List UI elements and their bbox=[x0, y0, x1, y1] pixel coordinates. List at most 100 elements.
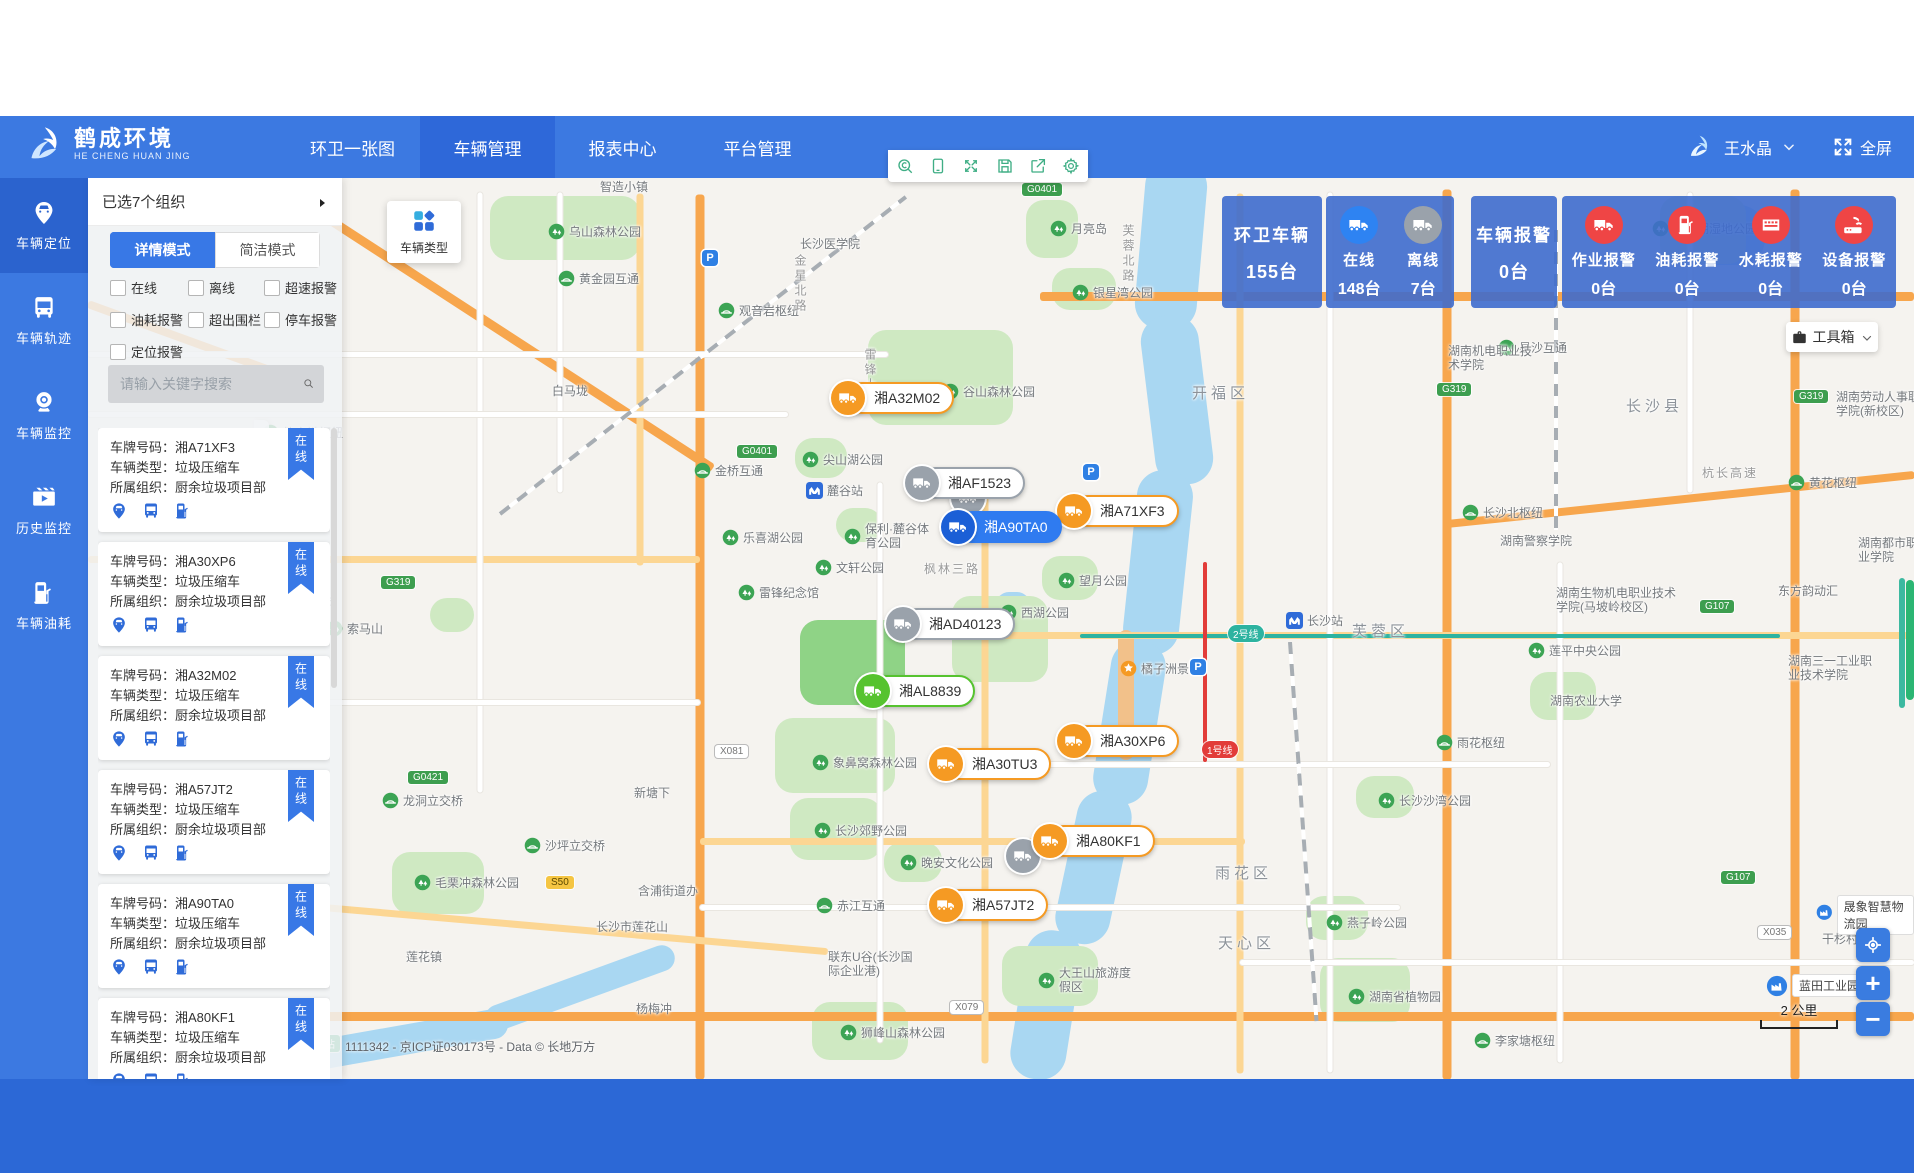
measure-expand-icon[interactable] bbox=[962, 157, 980, 175]
filter-checkbox-0[interactable]: 在线 bbox=[110, 278, 188, 297]
checkbox[interactable] bbox=[110, 312, 126, 328]
fullscreen-icon bbox=[1832, 136, 1854, 158]
map-label: 湖南机电职业技术学院 bbox=[1448, 344, 1538, 372]
page-scrollbar-thumb[interactable] bbox=[1906, 580, 1914, 700]
filter-checkbox-5[interactable]: 停车报警 bbox=[264, 310, 337, 329]
toolbox-dropdown[interactable]: 工具箱 bbox=[1786, 322, 1878, 352]
vehicle-marker[interactable]: 湘A80KF1 bbox=[1033, 824, 1155, 858]
vehicle-card[interactable]: 车牌号码：湘A30XP6车辆类型：垃圾压缩车所属组织：厨余垃圾项目部在线 bbox=[98, 542, 330, 646]
stat-vehicle-alarm-panel[interactable]: 车辆报警0台 bbox=[1471, 196, 1557, 308]
zoom-search-icon[interactable] bbox=[896, 157, 914, 175]
panel-scrollbar[interactable] bbox=[331, 428, 337, 688]
track-icon[interactable] bbox=[142, 1072, 160, 1079]
vehicle-marker[interactable]: 湘A30XP6 bbox=[1057, 724, 1179, 758]
track-icon[interactable] bbox=[142, 844, 160, 862]
chevron-down-icon[interactable] bbox=[1782, 140, 1796, 154]
stat-fleet-panel[interactable]: 环卫车辆155台 bbox=[1222, 196, 1322, 308]
vehicle-marker[interactable]: 湘A57JT2 bbox=[929, 888, 1048, 922]
vehicle-type-button[interactable]: 车辆类型 bbox=[387, 201, 461, 263]
fuel-icon[interactable] bbox=[174, 502, 192, 520]
zoom-out-button[interactable]: − bbox=[1856, 1002, 1890, 1036]
locate-icon[interactable] bbox=[110, 1072, 128, 1079]
road-badge: G319 bbox=[1794, 390, 1828, 403]
locate-icon[interactable] bbox=[110, 502, 128, 520]
track-icon[interactable] bbox=[142, 616, 160, 634]
nav-item-2[interactable]: 报表中心 bbox=[555, 116, 690, 178]
vehicle-card[interactable]: 车牌号码：湘A80KF1车辆类型：垃圾压缩车所属组织：厨余垃圾项目部在线 bbox=[98, 998, 330, 1079]
checkbox[interactable] bbox=[110, 280, 126, 296]
scenic-icon bbox=[1120, 660, 1137, 677]
locate-icon[interactable] bbox=[110, 958, 128, 976]
locate-icon[interactable] bbox=[110, 616, 128, 634]
stat-alarms-panel[interactable]: 作业报警0台油耗报警0台水耗报警0台设备报警0台 bbox=[1562, 196, 1896, 308]
filter-checkbox-3[interactable]: 油耗报警 bbox=[110, 310, 188, 329]
checkbox[interactable] bbox=[264, 312, 280, 328]
map-label: 文轩公园 bbox=[815, 559, 884, 576]
search-input[interactable] bbox=[118, 375, 303, 393]
stat-online-panel[interactable]: 在线148台离线7台 bbox=[1326, 196, 1454, 308]
mode-tab-1[interactable]: 简洁模式 bbox=[215, 232, 320, 268]
user-name[interactable]: 王水晶 bbox=[1724, 135, 1772, 159]
zoom-in-button[interactable]: + bbox=[1856, 966, 1890, 1000]
nav-item-0[interactable]: 环卫一张图 bbox=[285, 116, 420, 178]
locate-icon[interactable] bbox=[110, 844, 128, 862]
vehicle-card[interactable]: 车牌号码：湘A90TA0车辆类型：垃圾压缩车所属组织：厨余垃圾项目部在线 bbox=[98, 884, 330, 988]
sidebar-item-2[interactable]: 车辆监控 bbox=[0, 368, 88, 463]
fuel-icon[interactable] bbox=[174, 958, 192, 976]
nav-item-1[interactable]: 车辆管理 bbox=[420, 116, 555, 178]
locate-button[interactable] bbox=[1856, 928, 1890, 962]
vehicle-marker[interactable]: 湘AL8839 bbox=[856, 674, 975, 708]
card-field: 车辆类型：垃圾压缩车 bbox=[110, 458, 318, 478]
fuel-icon[interactable] bbox=[174, 1072, 192, 1079]
vehicle-marker[interactable]: 湘A32M02 bbox=[831, 381, 954, 415]
vehicle-marker[interactable]: 湘A71XF3 bbox=[1057, 494, 1179, 528]
checkbox[interactable] bbox=[188, 312, 204, 328]
map-label: 长沙沙湾公园 bbox=[1378, 792, 1471, 809]
parking-icon: P bbox=[1083, 464, 1099, 480]
vehicle-card[interactable]: 车牌号码：湘A32M02车辆类型：垃圾压缩车所属组织：厨余垃圾项目部在线 bbox=[98, 656, 330, 760]
track-icon[interactable] bbox=[142, 958, 160, 976]
filter-checkbox-4[interactable]: 超出围栏 bbox=[188, 310, 264, 329]
vehicle-marker[interactable]: 湘A90TA0 bbox=[941, 510, 1062, 544]
fuel-icon[interactable] bbox=[174, 844, 192, 862]
map-canvas[interactable]: 智造小镇乌山森林公园长沙医学院黄金园互通月亮岛银星湾公园观音岩枢纽星沙互通松雅湖… bbox=[88, 178, 1914, 1079]
fullscreen-button[interactable]: 全屏 bbox=[1832, 135, 1892, 159]
node-icon bbox=[382, 792, 399, 809]
mode-tab-0[interactable]: 详情模式 bbox=[110, 232, 215, 268]
map-label: 联东U谷(长沙国际企业港) bbox=[828, 950, 914, 978]
map-label: 湖南生物机电职业技术学院(马坡岭校区) bbox=[1556, 586, 1676, 614]
org-selector[interactable]: 已选7个组织 bbox=[88, 178, 342, 226]
tablet-icon[interactable] bbox=[929, 157, 947, 175]
fuel-icon[interactable] bbox=[174, 616, 192, 634]
track-icon[interactable] bbox=[142, 502, 160, 520]
fuel-icon[interactable] bbox=[174, 730, 192, 748]
track-icon[interactable] bbox=[142, 730, 160, 748]
settings-icon[interactable] bbox=[1062, 157, 1080, 175]
checkbox[interactable] bbox=[188, 280, 204, 296]
filter-checkbox-2[interactable]: 超速报警 bbox=[264, 278, 337, 297]
search-icon[interactable] bbox=[303, 376, 314, 393]
sidebar-item-1[interactable]: 车辆轨迹 bbox=[0, 273, 88, 368]
avatar[interactable] bbox=[1684, 132, 1714, 162]
sidebar-item-3[interactable]: 历史监控 bbox=[0, 463, 88, 558]
vehicle-card[interactable]: 车牌号码：湘A71XF3车辆类型：垃圾压缩车所属组织：厨余垃圾项目部在线 bbox=[98, 428, 330, 532]
sidebar-item-0[interactable]: 车辆定位 bbox=[0, 178, 88, 273]
vehicle-card[interactable]: 车牌号码：湘A57JT2车辆类型：垃圾压缩车所属组织：厨余垃圾项目部在线 bbox=[98, 770, 330, 874]
filter-checkbox-1[interactable]: 离线 bbox=[188, 278, 264, 297]
stat-title: 车辆报警 bbox=[1476, 221, 1552, 246]
checkbox[interactable] bbox=[264, 280, 280, 296]
export-icon[interactable] bbox=[1029, 157, 1047, 175]
search-box[interactable] bbox=[108, 365, 324, 403]
sidebar-item-4[interactable]: 车辆油耗 bbox=[0, 558, 88, 653]
locate-icon[interactable] bbox=[110, 730, 128, 748]
tree-icon bbox=[1072, 284, 1089, 301]
vehicle-marker[interactable]: 湘A30TU3 bbox=[929, 747, 1051, 781]
vehicle-marker[interactable]: 湘AF1523 bbox=[905, 466, 1025, 500]
save-icon[interactable] bbox=[996, 157, 1014, 175]
map-label: 李家塘枢纽 bbox=[1474, 1032, 1555, 1049]
checkbox[interactable] bbox=[110, 344, 126, 360]
vehicle-marker[interactable]: 湘AD40123 bbox=[886, 607, 1015, 641]
filter-checkbox-6[interactable]: 定位报警 bbox=[110, 342, 188, 361]
nav-item-3[interactable]: 平台管理 bbox=[690, 116, 825, 178]
fuel-icon bbox=[31, 580, 57, 606]
